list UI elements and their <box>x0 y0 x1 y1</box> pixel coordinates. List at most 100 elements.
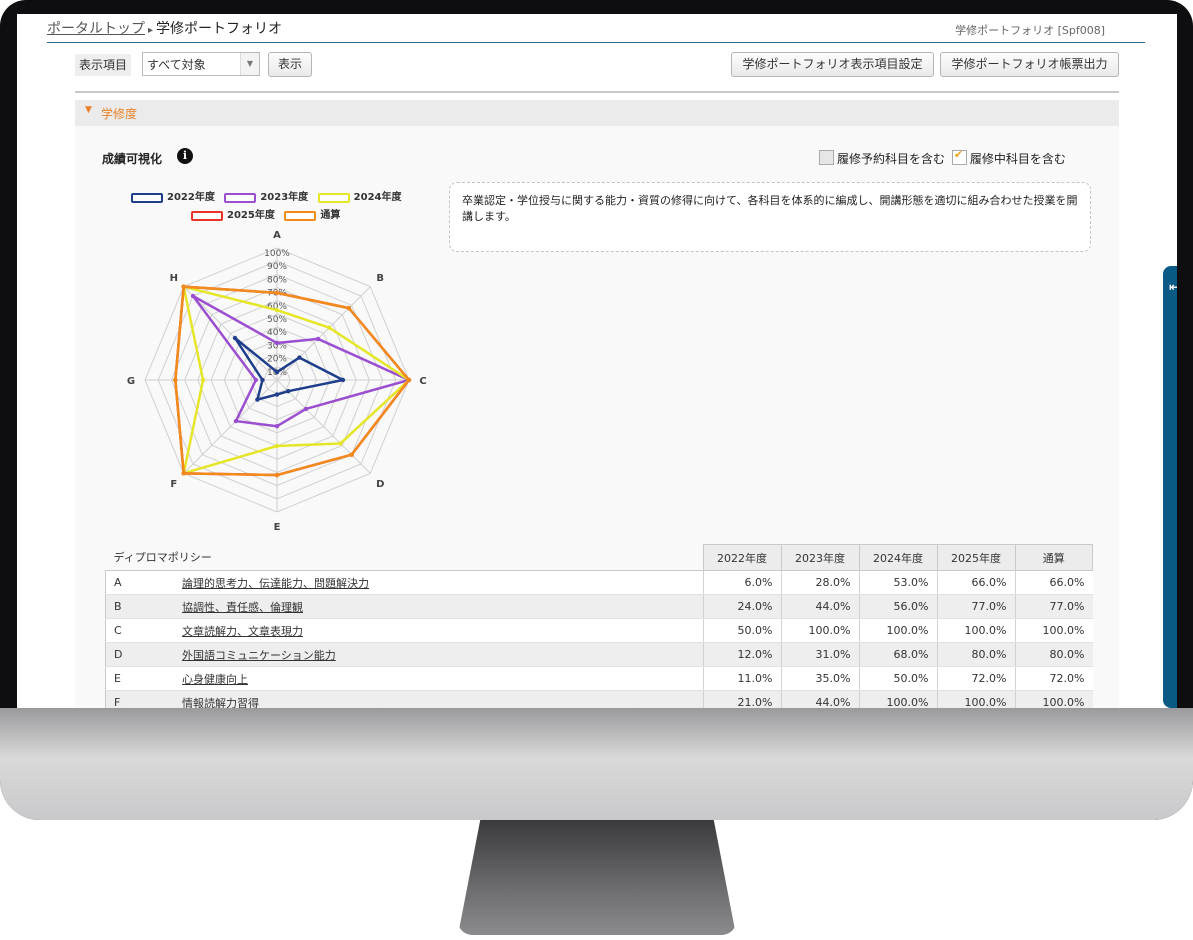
include-current-label: 履修中科目を含む <box>969 152 1066 166</box>
radar-point <box>232 335 238 341</box>
radar-point <box>181 284 186 289</box>
breadcrumb-portal-link[interactable]: ポータルトップ <box>47 21 145 37</box>
radar-point <box>274 392 280 397</box>
dp-name-link[interactable]: 文章読解力、文章表現力 <box>182 625 303 638</box>
dp-code: D <box>105 642 174 667</box>
radar-axis-label: B <box>376 273 384 284</box>
checkbox-group: 履修予約科目を含む 履修中科目を含む <box>819 148 1069 167</box>
info-icon[interactable]: i <box>177 148 193 164</box>
toolbar: 表示項目 すべて対象 ▼ 表示 学修ポートフォリオ表示項目設定 学修ポートフォリ… <box>75 52 1119 80</box>
dp-column-header: ディプロマポリシー <box>105 544 704 571</box>
radar-point <box>255 397 260 402</box>
dp-value-cell: 68.0% <box>858 642 937 667</box>
dp-code: C <box>105 618 174 643</box>
section-header-gakushudo[interactable]: ▼ 学修度 <box>75 100 1119 126</box>
radar-point <box>346 305 352 311</box>
radar-point <box>274 369 280 375</box>
dp-value-cell: 80.0% <box>1014 642 1093 667</box>
collapse-arrow-icon[interactable]: ⇤ <box>1169 280 1177 294</box>
radar-point <box>406 377 412 383</box>
include-planned-checkbox[interactable]: 履修予約科目を含む <box>819 150 945 167</box>
report-export-button[interactable]: 学修ポートフォリオ帳票出力 <box>940 52 1119 77</box>
dp-value-cell: 53.0% <box>858 570 937 595</box>
breadcrumb-separator-icon: ▸ <box>148 25 154 36</box>
dp-value-cell: 44.0% <box>780 594 859 619</box>
display-settings-button[interactable]: 学修ポートフォリオ表示項目設定 <box>731 52 934 77</box>
radar-tick-label: 100% <box>264 249 290 259</box>
table-row: B 協調性、責任感、倫理観 24.0% 44.0% 56.0% 77.0% 77.0% <box>105 594 1093 619</box>
dp-code: F <box>105 690 174 708</box>
dp-name-cell: 外国語コミュニケーション能力 <box>174 642 703 667</box>
dp-value-cell: 44.0% <box>780 690 859 708</box>
radar-chart: 10%20%30%40%50%60%70%80%90%100%ABCDEFGH <box>127 230 427 532</box>
dp-value-cell: 28.0% <box>780 570 859 595</box>
legend-item-2025: 2025年度 <box>191 206 275 221</box>
radar-point <box>274 472 280 478</box>
dp-value-cell: 35.0% <box>780 666 859 691</box>
radar-point <box>200 377 206 383</box>
dp-value-cell: 72.0% <box>1014 666 1093 691</box>
legend-swatch <box>191 211 223 221</box>
legend-swatch <box>224 193 257 203</box>
radar-point <box>233 418 239 424</box>
top-bar: ポータルトップ ▸ 学修ポートフォリオ 学修ポートフォリオ [Spf008] <box>47 14 1145 43</box>
include-planned-label: 履修予約科目を含む <box>837 152 946 166</box>
dp-code: A <box>105 570 174 595</box>
dp-value-cell: 100.0% <box>936 690 1015 708</box>
section-content: 成績可視化 i 履修予約科目を含む 履修中科目を含む 2022年度 2023年度… <box>75 126 1119 708</box>
legend-item-2023: 2023年度 <box>224 188 308 203</box>
radar-point <box>190 293 196 299</box>
radar-axis-label: E <box>274 522 281 532</box>
dp-name-link[interactable]: 外国語コミュニケーション能力 <box>182 649 336 662</box>
checkbox-icon[interactable] <box>819 150 834 165</box>
radar-point <box>297 355 302 360</box>
dp-name-cell: 論理的思考力、伝達能力、問題解決力 <box>174 570 703 595</box>
dp-name-link[interactable]: 情報読解力習得 <box>182 697 259 709</box>
dp-value-cell: 77.0% <box>936 594 1015 619</box>
include-current-checkbox[interactable]: 履修中科目を含む <box>951 148 1066 167</box>
radar-axis-label: A <box>273 230 281 241</box>
radar-point <box>340 377 346 383</box>
column-header-total: 通算 <box>1014 544 1093 571</box>
dp-name-cell: 情報読解力習得 <box>174 690 703 709</box>
dp-name-link[interactable]: 心身健康向上 <box>182 673 248 686</box>
dp-name-cell: 心身健康向上 <box>174 666 703 691</box>
legend-label: 2024年度 <box>353 192 402 203</box>
chevron-down-icon[interactable]: ▼ <box>240 53 259 75</box>
dp-code: E <box>105 666 174 691</box>
dp-value-cell: 50.0% <box>858 666 937 691</box>
caret-down-icon[interactable]: ▼ <box>85 105 92 115</box>
column-header-2022: 2022年度 <box>702 544 782 571</box>
radar-axis-label: G <box>127 376 135 387</box>
table-row: F 情報読解力習得 21.0% 44.0% 100.0% 100.0% 100.0% <box>105 690 1093 709</box>
radar-point <box>274 307 280 313</box>
radar-axis-label: C <box>419 376 426 387</box>
dp-value-cell: 100.0% <box>936 618 1015 643</box>
checkbox-checked-icon[interactable] <box>951 148 967 165</box>
dp-value-cell: 50.0% <box>702 618 781 643</box>
column-header-2025: 2025年度 <box>936 544 1016 571</box>
radar-point <box>327 325 332 330</box>
radar-tick-label: 40% <box>267 328 287 338</box>
dp-name-link[interactable]: 論理的思考力、伝達能力、問題解決力 <box>182 577 369 590</box>
dp-value-cell: 100.0% <box>780 618 859 643</box>
dp-value-cell: 12.0% <box>702 642 781 667</box>
side-panel-toggle[interactable]: ⇤ <box>1163 266 1177 708</box>
display-item-select-value: すべて対象 <box>147 58 206 72</box>
dp-name-link[interactable]: 協調性、責任感、倫理観 <box>182 601 303 614</box>
radar-point <box>338 441 343 446</box>
dp-value-cell: 21.0% <box>702 690 781 708</box>
dp-value-cell: 6.0% <box>702 570 781 595</box>
radar-point <box>274 443 280 449</box>
show-button[interactable]: 表示 <box>268 52 312 77</box>
radar-tick-label: 50% <box>267 315 287 325</box>
radar-tick-label: 80% <box>267 275 287 285</box>
legend-swatch <box>131 193 163 203</box>
column-header-2024: 2024年度 <box>858 544 938 571</box>
display-item-select[interactable]: すべて対象 ▼ <box>142 52 260 76</box>
legend-label: 2023年度 <box>260 192 309 203</box>
dp-name-cell: 文章読解力、文章表現力 <box>174 618 703 643</box>
dp-table: ディプロマポリシー 2022年度 2023年度 2024年度 2025年度 通算… <box>105 544 1093 708</box>
page-title: 学修ポートフォリオ <box>156 21 283 37</box>
chart-legend: 2022年度 2023年度 2024年度 2025年度 通算 <box>131 188 461 224</box>
